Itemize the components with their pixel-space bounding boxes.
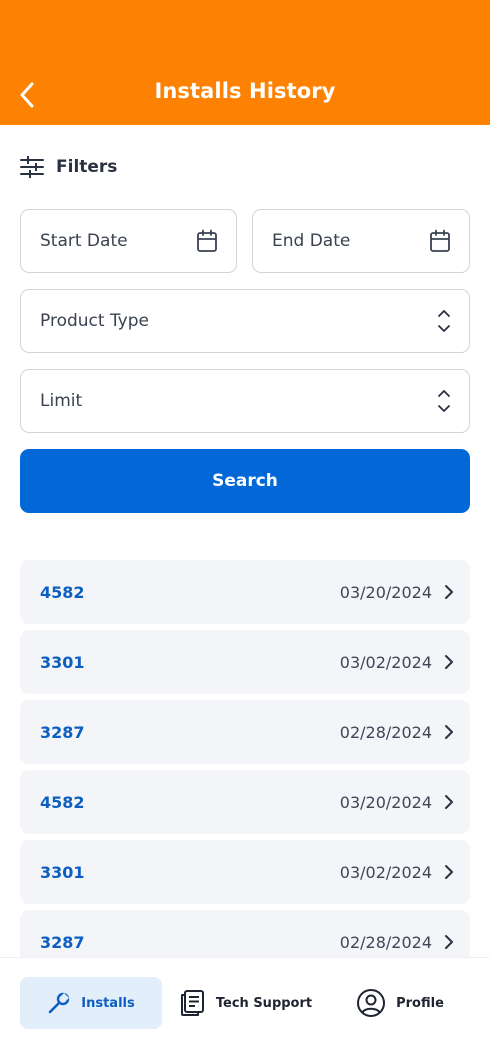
app-header: Installs History	[0, 0, 490, 125]
install-id[interactable]: 3287	[40, 933, 85, 952]
nav-tech-support[interactable]: Tech Support	[176, 977, 314, 1029]
product-type-label: Product Type	[40, 311, 149, 331]
install-date: 03/20/2024	[339, 582, 432, 602]
nav-profile-label: Profile	[396, 995, 444, 1011]
sort-arrows-icon	[438, 310, 450, 332]
filters-label: Filters	[56, 157, 118, 177]
nav-tech-support-label: Tech Support	[215, 995, 313, 1011]
search-button[interactable]: Search	[20, 449, 470, 513]
chevron-right-icon	[445, 935, 453, 949]
install-id[interactable]: 4582	[40, 793, 85, 812]
start-date-field[interactable]: Start Date	[20, 209, 237, 273]
document-icon	[180, 990, 204, 1016]
wrench-icon	[48, 992, 70, 1014]
chevron-right-icon	[445, 795, 453, 809]
install-row[interactable]: 3301 03/02/2024	[20, 840, 470, 904]
filters-header[interactable]: Filters	[20, 152, 117, 182]
chevron-right-icon	[445, 865, 453, 879]
install-row[interactable]: 3287 02/28/2024	[20, 700, 470, 764]
install-date: 03/20/2024	[339, 792, 432, 812]
nav-installs-label: Installs	[81, 995, 135, 1011]
page-title: Installs History	[154, 79, 336, 103]
install-date: 02/28/2024	[339, 722, 432, 742]
install-date: 03/02/2024	[339, 652, 432, 672]
bottom-nav: Installs Tech Support Profile	[0, 957, 490, 1062]
install-id[interactable]: 4582	[40, 583, 85, 602]
install-id[interactable]: 3301	[40, 653, 85, 672]
install-id[interactable]: 3287	[40, 723, 85, 742]
user-circle-icon	[357, 989, 386, 1017]
sliders-icon	[20, 156, 44, 178]
install-id[interactable]: 3301	[40, 863, 85, 882]
nav-installs[interactable]: Installs	[20, 977, 162, 1029]
install-row[interactable]: 4582 03/20/2024	[20, 560, 470, 624]
end-date-field[interactable]: End Date	[252, 209, 470, 273]
end-date-label: End Date	[272, 231, 351, 251]
install-date: 02/28/2024	[339, 932, 432, 952]
installs-list: 4582 03/20/2024 3301 03/02/2024 3287 02/…	[20, 560, 470, 980]
sort-arrows-icon	[438, 390, 450, 412]
chevron-right-icon	[445, 725, 453, 739]
limit-label: Limit	[40, 391, 83, 411]
install-date: 03/02/2024	[339, 862, 432, 882]
start-date-label: Start Date	[40, 231, 128, 251]
limit-select[interactable]: Limit	[20, 369, 470, 433]
chevron-right-icon	[445, 655, 453, 669]
product-type-select[interactable]: Product Type	[20, 289, 470, 353]
install-row[interactable]: 4582 03/20/2024	[20, 770, 470, 834]
calendar-icon	[430, 229, 450, 252]
nav-profile[interactable]: Profile	[350, 977, 450, 1029]
calendar-icon	[197, 229, 217, 252]
install-row[interactable]: 3301 03/02/2024	[20, 630, 470, 694]
chevron-right-icon	[445, 585, 453, 599]
